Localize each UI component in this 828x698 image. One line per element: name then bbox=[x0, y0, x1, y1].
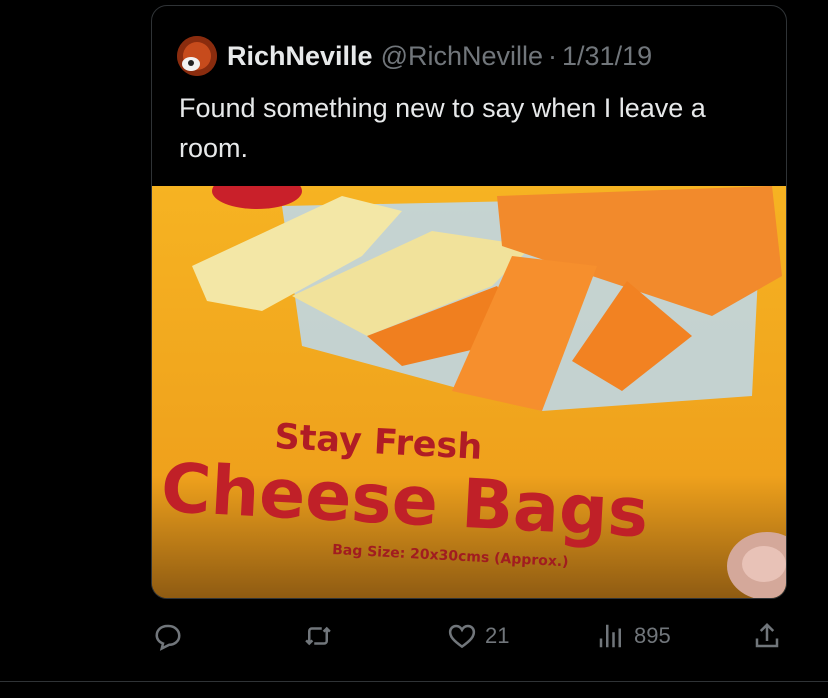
tweet-date[interactable]: 1/31/19 bbox=[562, 41, 652, 72]
like-button[interactable]: 21 bbox=[447, 600, 509, 672]
retweet-button[interactable] bbox=[303, 600, 333, 672]
quoted-tweet-header: RichNeville @RichNeville · 1/31/19 bbox=[177, 36, 652, 76]
reply-icon bbox=[155, 624, 181, 651]
quoted-tweet-text: Found something new to say when I leave … bbox=[179, 93, 706, 163]
heart-icon bbox=[448, 624, 476, 649]
reply-button[interactable] bbox=[153, 600, 183, 672]
author-handle[interactable]: @RichNeville bbox=[381, 41, 543, 72]
separator-dot: · bbox=[548, 40, 558, 71]
divider bbox=[0, 681, 828, 682]
views-count: 895 bbox=[634, 623, 671, 648]
avatar[interactable] bbox=[177, 36, 217, 76]
views-button[interactable]: 895 bbox=[596, 600, 671, 672]
retweet-icon bbox=[305, 626, 331, 646]
views-icon bbox=[599, 624, 621, 648]
like-count: 21 bbox=[485, 623, 510, 648]
share-icon bbox=[755, 622, 779, 648]
author-name[interactable]: RichNeville bbox=[227, 41, 373, 72]
cheese-bag-package-image: Stay Fresh Cheese Bags Bag Size: 20x30cm… bbox=[152, 186, 786, 598]
tweet-image[interactable]: Stay Fresh Cheese Bags Bag Size: 20x30cm… bbox=[152, 186, 786, 598]
share-button[interactable] bbox=[752, 600, 782, 672]
tweet-action-bar: 21 895 bbox=[0, 600, 828, 672]
quoted-tweet-card[interactable]: RichNeville @RichNeville · 1/31/19 Found… bbox=[151, 5, 787, 599]
